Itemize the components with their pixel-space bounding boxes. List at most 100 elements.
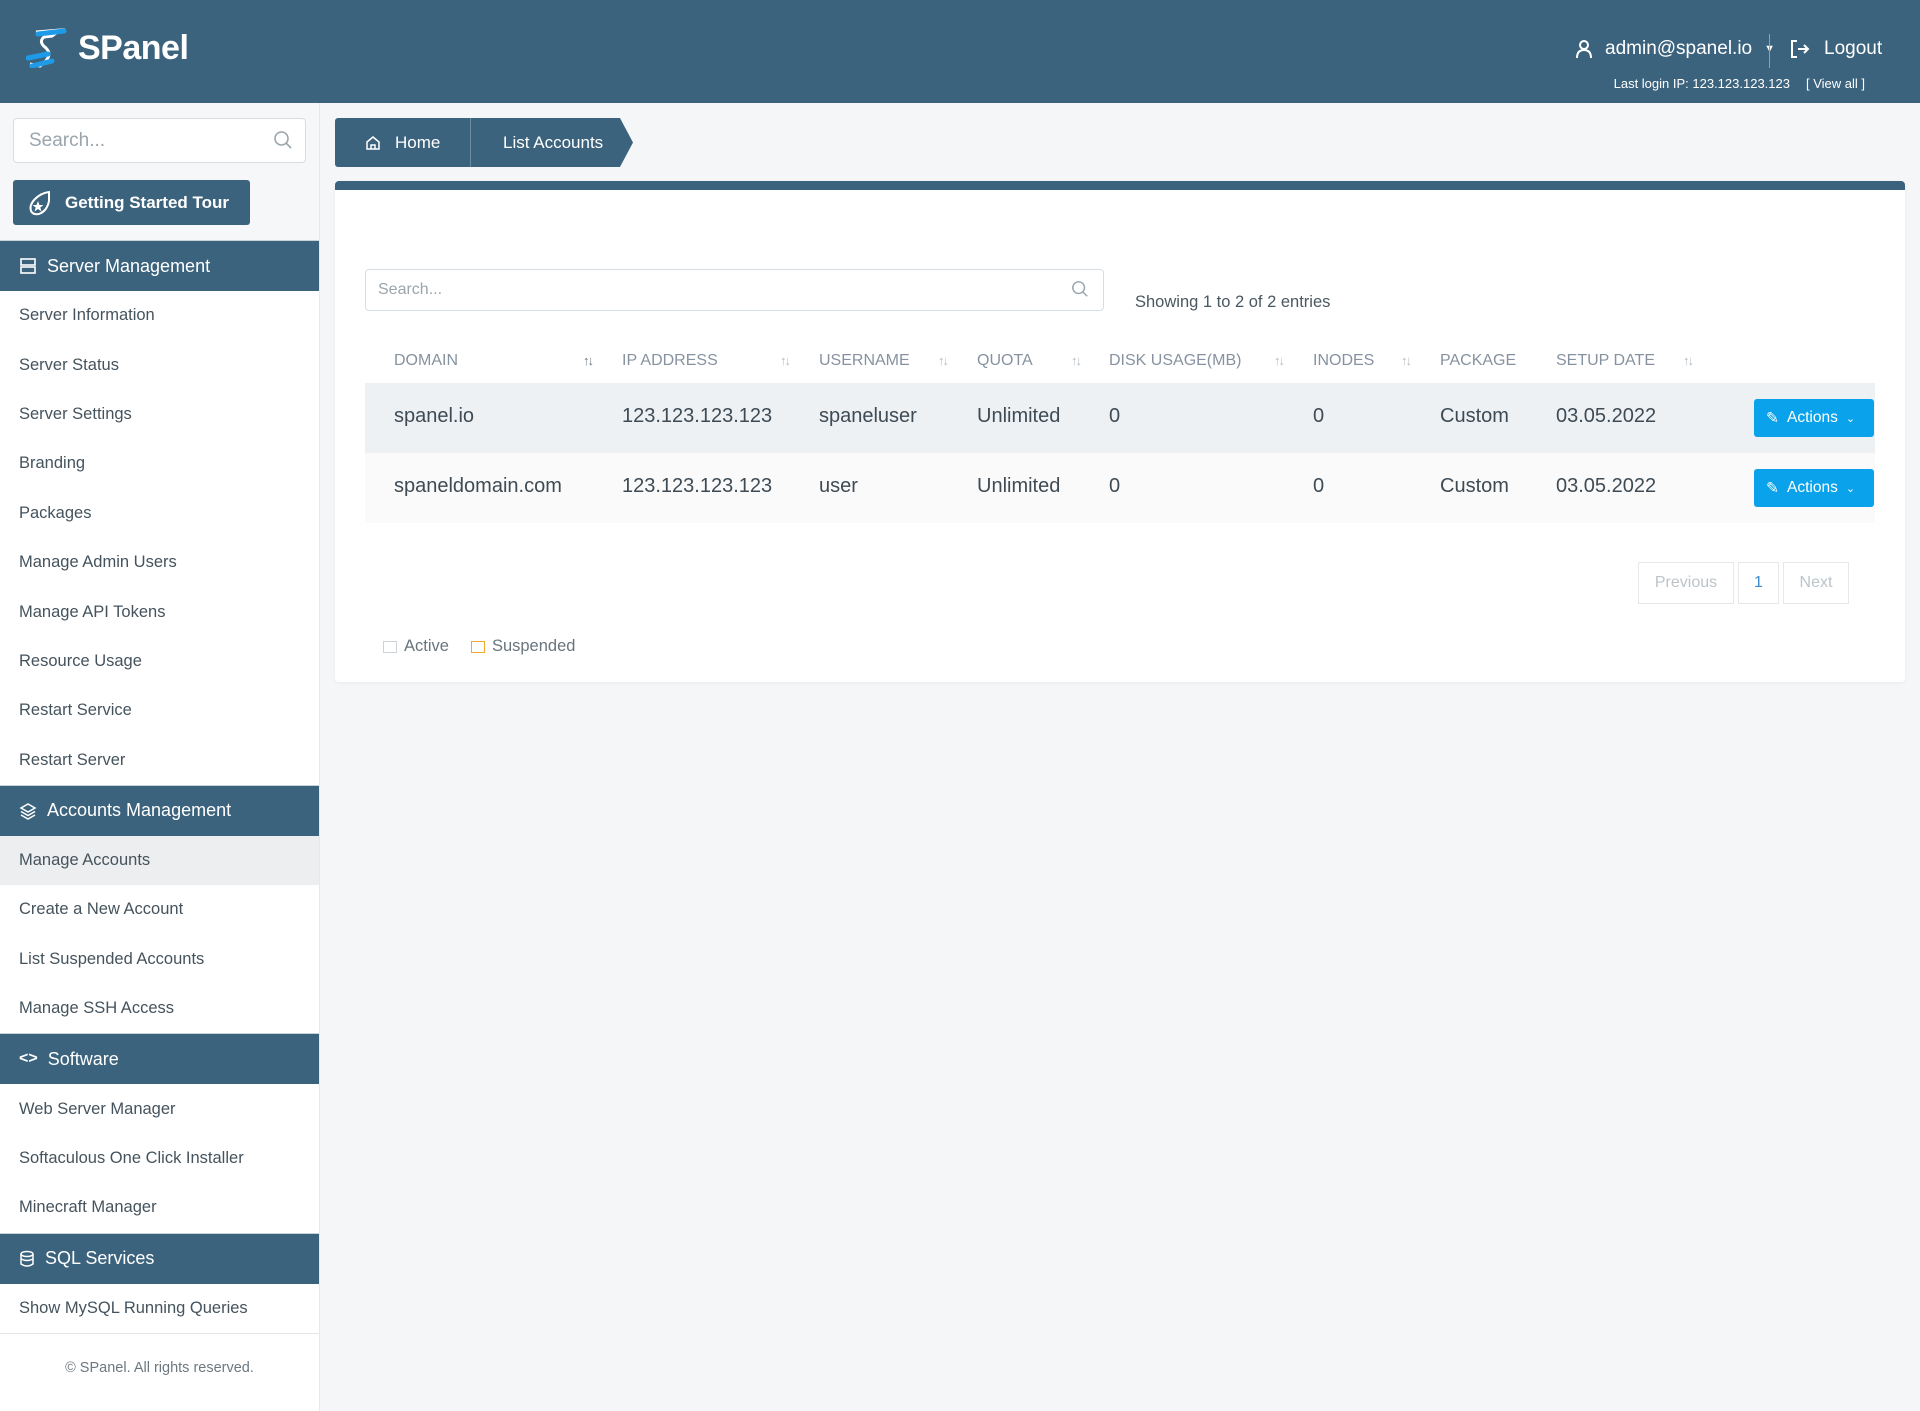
sidebar-item-manage-api-tokens[interactable]: Manage API Tokens — [0, 587, 319, 636]
search-icon[interactable] — [273, 130, 293, 150]
sort-icon[interactable]: ↑↓ — [1401, 353, 1412, 368]
sidebar-item-server-settings[interactable]: Server Settings — [0, 390, 319, 439]
section-title: Server Management — [47, 255, 211, 276]
cell-ip: 123.123.123.123 — [622, 405, 773, 427]
pagination-previous[interactable]: Previous — [1638, 562, 1734, 604]
actions-button[interactable]: ✎ Actions ⌄ — [1754, 399, 1874, 437]
col-domain[interactable]: DOMAIN — [394, 352, 458, 370]
layers-icon — [19, 803, 37, 820]
edit-icon: ✎ — [1766, 409, 1779, 427]
cell-setup-date: 03.05.2022 — [1556, 475, 1657, 497]
tour-label: Getting Started Tour — [65, 192, 230, 212]
sidebar-item-resource-usage[interactable]: Resource Usage — [0, 637, 319, 686]
pagination-page-1[interactable]: 1 — [1738, 562, 1779, 604]
actions-label: Actions — [1787, 409, 1838, 426]
pagination-next[interactable]: Next — [1783, 562, 1849, 604]
sidebar-item-restart-server[interactable]: Restart Server — [0, 736, 319, 785]
search-placeholder: Search... — [378, 281, 443, 298]
sort-icon[interactable]: ↑↓ — [1683, 353, 1694, 368]
cell-quota: Unlimited — [977, 405, 1061, 427]
col-setup-date[interactable]: SETUP DATE — [1556, 352, 1655, 370]
search-placeholder: Search... — [29, 130, 106, 151]
chevron-down-icon: ⌄ — [1845, 412, 1856, 425]
last-login-ip: Last login IP: 123.123.123.123 — [1613, 76, 1790, 91]
search-icon[interactable] — [1071, 280, 1089, 298]
table-search-input[interactable]: Search... — [365, 269, 1104, 311]
col-disk-usage[interactable]: DISK USAGE(MB) — [1109, 352, 1241, 370]
active-swatch — [383, 640, 397, 653]
sort-icon[interactable]: ↑↓ — [1274, 353, 1285, 368]
sidebar-item-packages[interactable]: Packages — [0, 489, 319, 538]
rocket-star-icon — [29, 190, 50, 215]
cell-domain[interactable]: spaneldomain.com — [394, 475, 562, 498]
brand-name: SPanel — [78, 28, 189, 67]
sort-icon[interactable]: ↑↓ — [583, 353, 594, 368]
cell-username: user — [819, 475, 858, 497]
server-icon — [20, 258, 36, 274]
actions-button[interactable]: ✎ Actions ⌄ — [1754, 469, 1874, 507]
section-sql-services[interactable]: SQL Services — [0, 1232, 319, 1284]
sidebar-item-manage-admin-users[interactable]: Manage Admin Users — [0, 538, 319, 587]
accounts-card: Search... Showing 1 to 2 of 2 entries DO… — [335, 181, 1905, 682]
sidebar-item-manage-accounts[interactable]: Manage Accounts — [0, 835, 319, 886]
status-legend: Active Suspended — [383, 637, 575, 656]
legend-active: Active — [404, 637, 449, 655]
sidebar-item-restart-service[interactable]: Restart Service — [0, 686, 319, 735]
col-package: PACKAGE — [1440, 352, 1517, 369]
user-menu[interactable]: admin@spanel.io ▼ — [1575, 38, 1775, 60]
home-icon — [366, 135, 380, 150]
sidebar-item-server-status[interactable]: Server Status — [0, 340, 319, 389]
section-software[interactable]: <> Software — [0, 1033, 319, 1085]
database-icon — [20, 1250, 34, 1267]
sidebar-item-softaculous[interactable]: Softaculous One Click Installer — [0, 1134, 319, 1183]
sort-icon[interactable]: ↑↓ — [1071, 353, 1082, 368]
cell-package: Custom — [1440, 475, 1509, 497]
sidebar-search-input[interactable]: Search... — [13, 118, 306, 163]
sidebar-item-create-account[interactable]: Create a New Account — [0, 885, 319, 934]
divider — [1769, 34, 1770, 68]
code-icon: <> — [19, 1050, 38, 1068]
sidebar-item-web-server-manager[interactable]: Web Server Manager — [0, 1084, 319, 1133]
cell-inodes: 0 — [1313, 475, 1325, 497]
table-row: spanel.io 123.123.123.123 spaneluser Unl… — [365, 383, 1875, 453]
legend-suspended: Suspended — [491, 637, 576, 655]
sidebar-item-mysql-queries[interactable]: Show MySQL Running Queries — [0, 1284, 319, 1333]
sidebar-item-branding[interactable]: Branding — [0, 439, 319, 488]
cell-disk: 0 — [1109, 405, 1121, 427]
cell-domain[interactable]: spanel.io — [394, 405, 474, 428]
logout-button[interactable]: Logout — [1790, 38, 1882, 60]
section-title: Software — [47, 1048, 119, 1069]
cell-ip: 123.123.123.123 — [622, 475, 773, 497]
cell-package: Custom — [1440, 405, 1509, 427]
suspended-swatch — [470, 640, 485, 653]
col-inodes[interactable]: INODES — [1313, 352, 1374, 370]
view-all-link[interactable]: [ View all ] — [1806, 76, 1865, 91]
section-title: Accounts Management — [47, 800, 232, 821]
spanel-logo-icon — [26, 28, 67, 68]
sidebar-item-list-suspended[interactable]: List Suspended Accounts — [0, 935, 319, 984]
sidebar: Search... Getting Started Tour Server Ma… — [0, 103, 320, 1411]
logout-icon — [1791, 40, 1810, 58]
getting-started-tour-button[interactable]: Getting Started Tour — [13, 180, 250, 225]
footer-copyright: © SPanel. All rights reserved. — [0, 1333, 319, 1401]
sidebar-item-server-information[interactable]: Server Information — [0, 291, 319, 340]
col-username[interactable]: USERNAME — [819, 352, 910, 370]
section-server-management[interactable]: Server Management — [0, 240, 319, 291]
entries-info: Showing 1 to 2 of 2 entries — [1135, 293, 1331, 311]
sidebar-item-manage-ssh[interactable]: Manage SSH Access — [0, 984, 319, 1033]
col-ip-address[interactable]: IP ADDRESS — [622, 352, 718, 370]
col-quota[interactable]: QUOTA — [977, 352, 1033, 370]
section-title: SQL Services — [45, 1248, 155, 1269]
breadcrumb: Home List Accounts — [335, 118, 633, 167]
home-label: Home — [395, 132, 441, 152]
breadcrumb-home[interactable]: Home — [335, 118, 470, 167]
logout-label: Logout — [1824, 38, 1883, 59]
sidebar-item-minecraft[interactable]: Minecraft Manager — [0, 1183, 319, 1232]
actions-label: Actions — [1787, 479, 1838, 496]
cell-username: spaneluser — [819, 405, 917, 427]
sort-icon[interactable]: ↑↓ — [938, 353, 949, 368]
top-header: SPanel admin@spanel.io ▼ Logout Last log… — [0, 0, 1920, 103]
section-accounts-management[interactable]: Accounts Management — [0, 784, 319, 836]
sort-icon[interactable]: ↑↓ — [780, 353, 791, 368]
logo[interactable]: SPanel — [26, 28, 189, 68]
